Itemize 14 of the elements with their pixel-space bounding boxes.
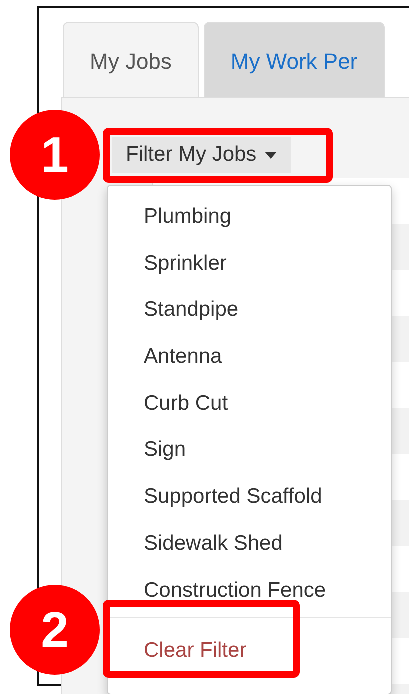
caret-icon: [264, 152, 277, 158]
tab[interactable]: My Work Per: [204, 22, 385, 97]
menu-item[interactable]: Standpipe: [144, 297, 239, 324]
tab[interactable]: My Jobs: [63, 22, 199, 97]
menu-item[interactable]: Sprinkler: [144, 250, 227, 277]
clear-filter-link[interactable]: Clear Filter: [144, 638, 247, 664]
filter-dropdown-button[interactable]: Filter My Jobs: [112, 137, 291, 173]
menu-item[interactable]: Plumbing: [144, 204, 232, 230]
menu-item[interactable]: Construction Fence: [144, 578, 326, 604]
menu-item[interactable]: Sign: [144, 437, 186, 464]
menu-item[interactable]: Antenna: [144, 344, 222, 370]
menu-item[interactable]: Sidewalk Shed: [144, 530, 283, 557]
menu-item[interactable]: Curb Cut: [144, 390, 228, 417]
menu-item[interactable]: Supported Scaffold: [144, 484, 322, 510]
